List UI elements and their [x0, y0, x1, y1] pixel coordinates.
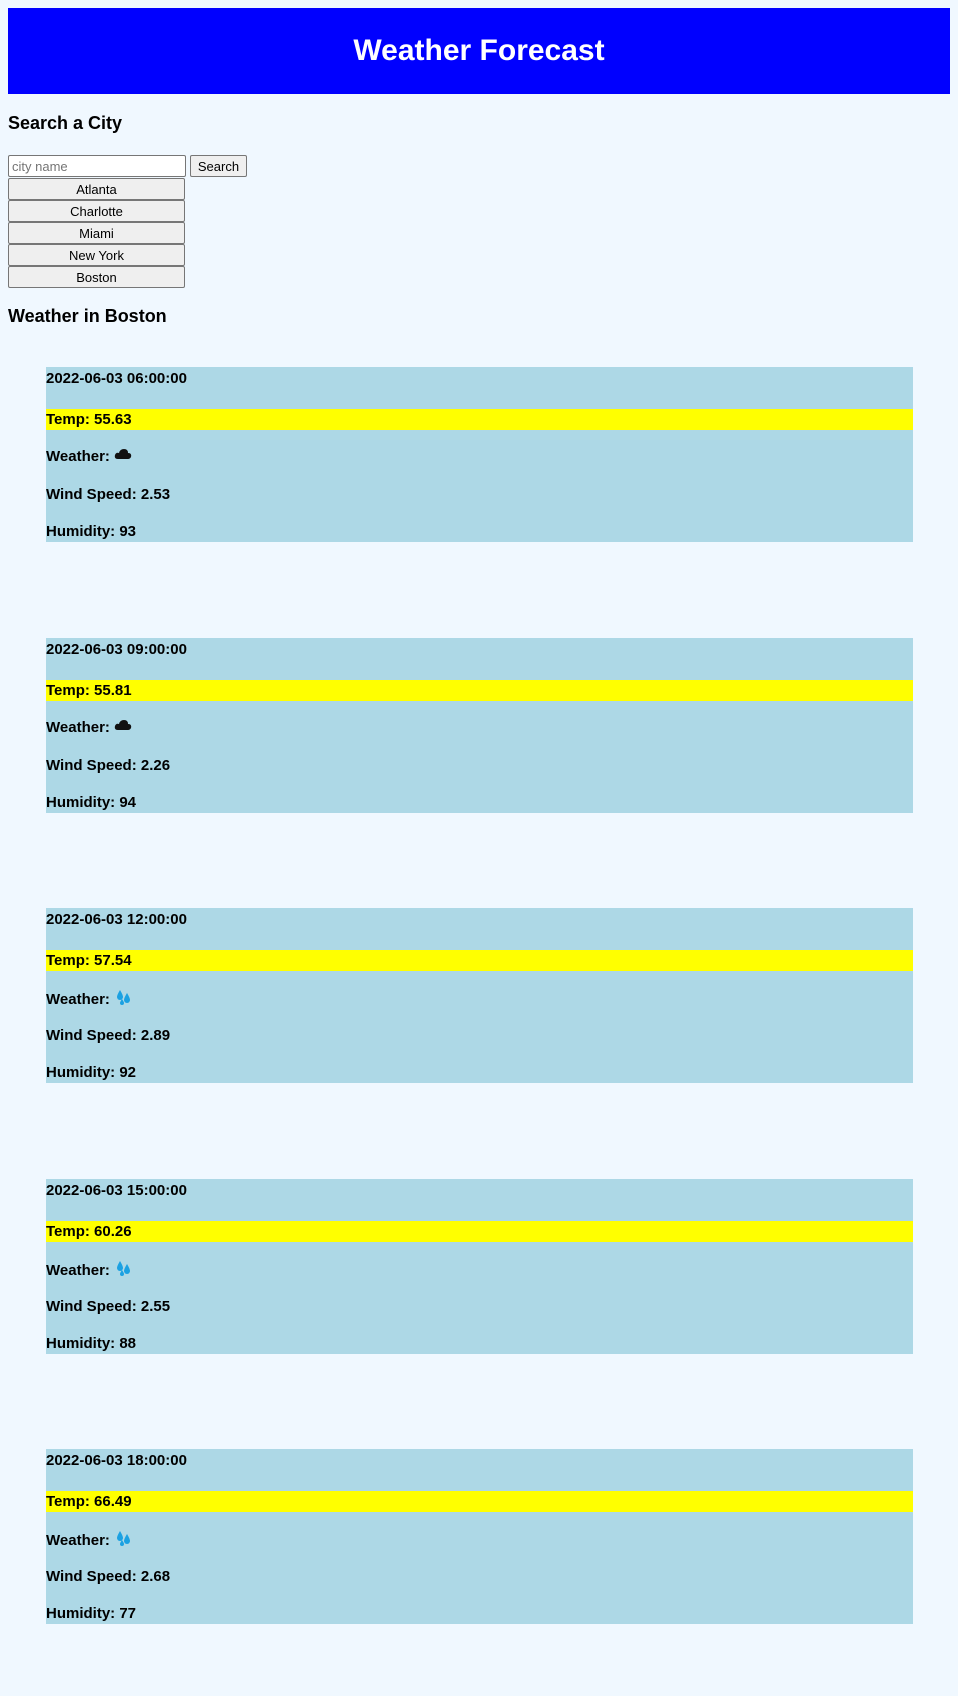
forecast-weather: Weather:	[46, 718, 913, 736]
forecast-wind: Wind Speed: 2.68	[46, 1568, 171, 1585]
forecast-humidity: Humidity: 88	[46, 1335, 137, 1352]
rain-drops-icon	[114, 1529, 134, 1551]
forecast-date: 2022-06-03 12:00:00	[46, 911, 187, 928]
forecast-weather: Weather:	[46, 447, 913, 465]
forecast-humidity: Humidity: 92	[46, 1064, 137, 1081]
cloud-icon	[114, 447, 132, 465]
weather-label: Weather:	[46, 1531, 110, 1549]
weather-label: Weather:	[46, 718, 110, 736]
forecast-card: 2022-06-03 09:00:00 Temp: 55.81 Weather: Wi…	[46, 638, 913, 813]
search-heading: Search a City	[8, 113, 123, 133]
saved-cities-list: Atlanta Charlotte Miami New York Boston	[8, 178, 185, 288]
forecast-card: 2022-06-03 15:00:00 Temp: 60.26 Weather: Wi…	[46, 1179, 913, 1354]
forecast-date: 2022-06-03 15:00:00	[46, 1182, 187, 1199]
rain-drops-icon	[114, 988, 134, 1010]
rain-drops-icon	[114, 1259, 134, 1281]
search-button[interactable]: Search	[190, 155, 247, 177]
forecast-card: 2022-06-03 12:00:00 Temp: 57.54 Weather: Wi…	[46, 908, 913, 1083]
weather-label: Weather:	[46, 447, 110, 465]
forecast-temp: Temp: 55.63	[46, 409, 913, 430]
city-button-charlotte[interactable]: Charlotte	[8, 200, 185, 222]
weather-heading: Weather in Boston	[8, 306, 167, 326]
city-button-new-york[interactable]: New York	[8, 244, 185, 266]
forecast-temp: Temp: 60.26	[46, 1221, 913, 1242]
forecast-humidity: Humidity: 93	[46, 523, 137, 540]
city-button-atlanta[interactable]: Atlanta	[8, 178, 185, 200]
forecast-temp: Temp: 57.54	[46, 950, 913, 971]
forecast-card: 2022-06-03 06:00:00 Temp: 55.63 Weather: Wi…	[46, 367, 913, 542]
forecast-weather: Weather:	[46, 1529, 913, 1551]
forecast-card: 2022-06-03 18:00:00 Temp: 66.49 Weather: Wi…	[46, 1449, 913, 1624]
forecast-weather: Weather:	[46, 988, 913, 1010]
city-button-miami[interactable]: Miami	[8, 222, 185, 244]
forecast-temp: Temp: 66.49	[46, 1491, 913, 1512]
page-header: Weather Forecast	[8, 8, 950, 94]
forecast-wind: Wind Speed: 2.53	[46, 486, 171, 503]
forecast-humidity: Humidity: 94	[46, 794, 137, 811]
forecast-humidity: Humidity: 77	[46, 1605, 137, 1622]
forecast-wind: Wind Speed: 2.26	[46, 757, 171, 774]
cloud-icon	[114, 718, 132, 736]
city-search-input[interactable]	[8, 155, 186, 177]
forecast-wind: Wind Speed: 2.89	[46, 1027, 171, 1044]
forecast-temp: Temp: 55.81	[46, 680, 913, 701]
forecast-date: 2022-06-03 18:00:00	[46, 1452, 187, 1469]
weather-label: Weather:	[46, 990, 110, 1008]
city-button-boston[interactable]: Boston	[8, 266, 185, 288]
forecast-date: 2022-06-03 09:00:00	[46, 641, 187, 658]
search-bar: Search	[8, 155, 247, 177]
weather-label: Weather:	[46, 1261, 110, 1279]
page-title: Weather Forecast	[353, 34, 605, 67]
forecast-wind: Wind Speed: 2.55	[46, 1298, 171, 1315]
forecast-weather: Weather:	[46, 1259, 913, 1281]
forecast-date: 2022-06-03 06:00:00	[46, 370, 187, 387]
